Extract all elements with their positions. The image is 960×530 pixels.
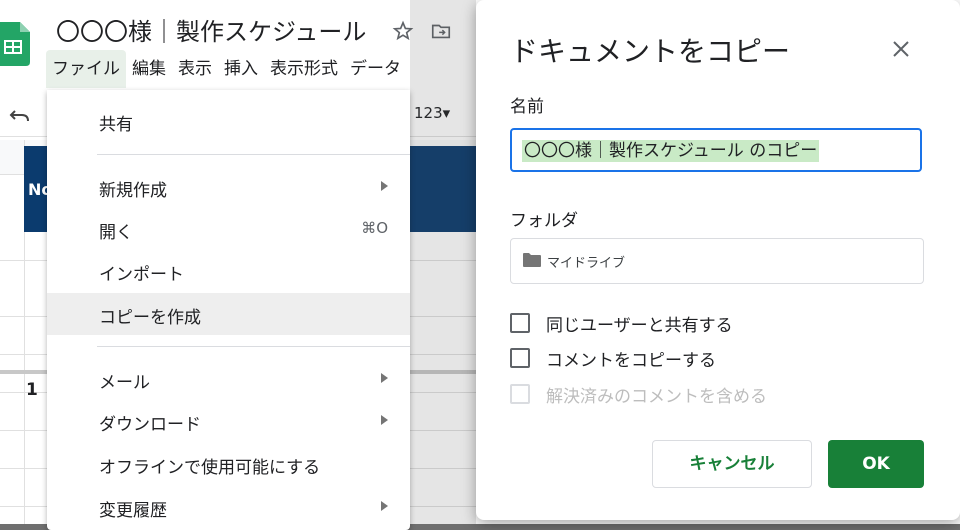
menu-item-label: オフラインで使用可能にする [99, 458, 321, 478]
folder-picker[interactable]: マイドライブ [510, 238, 924, 284]
menu-item-download[interactable]: ダウンロード [47, 400, 410, 442]
close-icon[interactable] [888, 36, 914, 62]
folder-name: マイドライブ [547, 256, 626, 271]
folder-label: フォルダ [510, 211, 578, 231]
copy-document-dialog: ドキュメントをコピー 名前 〇〇〇様｜製作スケジュール のコピー フォルダ マイ… [476, 0, 960, 520]
submenu-arrow-icon [381, 181, 388, 191]
name-input-value: 〇〇〇様｜製作スケジュール のコピー [522, 140, 820, 162]
menu-item-version-history[interactable]: 変更履歴 [47, 486, 410, 528]
checkbox-label: コメントをコピーする [546, 351, 716, 371]
cancel-button[interactable]: キャンセル [652, 440, 812, 488]
menu-item-label: 開く [99, 223, 133, 243]
submenu-arrow-icon [381, 501, 388, 511]
checkbox [510, 384, 530, 404]
document-title[interactable]: 〇〇〇様｜製作スケジュール [56, 12, 366, 47]
menu-format[interactable]: 表示形式 [264, 50, 344, 88]
name-label: 名前 [510, 97, 544, 117]
name-input[interactable]: 〇〇〇様｜製作スケジュール のコピー [510, 128, 922, 172]
menu-item-import[interactable]: インポート [47, 250, 410, 292]
file-menu: 共有 新規作成 開く ⌘O インポート コピーを作成 メール ダウンロード オフ… [47, 90, 410, 530]
folder-icon [523, 253, 541, 267]
menu-item-email[interactable]: メール [47, 358, 410, 400]
menu-edit[interactable]: 編集 [126, 50, 172, 88]
checkbox[interactable] [510, 348, 530, 368]
checkbox-label: 同じユーザーと共有する [546, 316, 733, 336]
menu-item-share[interactable]: 共有 [47, 100, 410, 142]
menu-item-label: インポート [99, 265, 184, 285]
dialog-title: ドキュメントをコピー [510, 35, 791, 68]
menu-item-label: 新規作成 [99, 181, 167, 201]
menu-item-label: 変更履歴 [99, 501, 167, 521]
sheets-logo-icon[interactable] [0, 22, 30, 66]
menu-item-make-copy[interactable]: コピーを作成 [47, 293, 410, 335]
menubar: ファイル 編集 表示 挿入 表示形式 データ [46, 50, 407, 88]
menu-data[interactable]: データ [344, 50, 407, 88]
menu-insert[interactable]: 挿入 [218, 50, 264, 88]
menu-item-label: メール [99, 373, 150, 393]
sheet-cell-value[interactable]: 1 [26, 380, 38, 400]
ok-button[interactable]: OK [828, 440, 924, 488]
menu-view[interactable]: 表示 [172, 50, 218, 88]
submenu-arrow-icon [381, 373, 388, 383]
undo-icon[interactable] [8, 106, 32, 126]
menu-item-label: コピーを作成 [99, 308, 201, 328]
menu-item-open[interactable]: 開く ⌘O [47, 208, 410, 250]
submenu-arrow-icon [381, 415, 388, 425]
checkbox[interactable] [510, 313, 530, 333]
menu-file[interactable]: ファイル [46, 50, 126, 88]
menu-item-offline[interactable]: オフラインで使用可能にする [47, 443, 410, 485]
shortcut-label: ⌘O [361, 219, 388, 237]
menu-item-label: 共有 [99, 115, 133, 135]
modal-backdrop [410, 0, 476, 524]
menu-separator [97, 346, 410, 347]
checkbox-label: 解決済みのコメントを含める [546, 387, 767, 407]
menu-separator [97, 154, 410, 155]
menu-item-new[interactable]: 新規作成 [47, 166, 410, 208]
menu-item-label: ダウンロード [99, 415, 201, 435]
